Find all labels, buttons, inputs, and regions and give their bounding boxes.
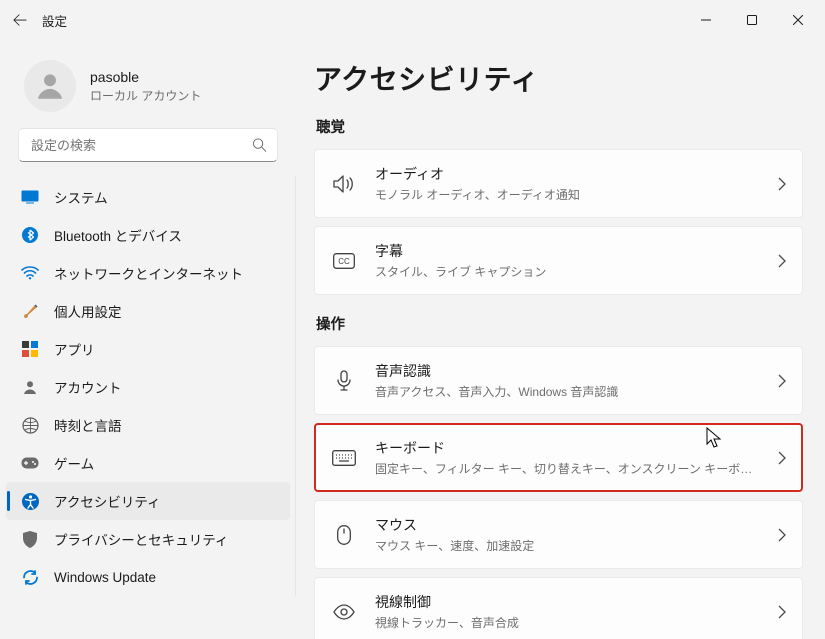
nav-item-windows-update[interactable]: Windows Update [6,558,290,596]
gamepad-icon [20,453,40,473]
nav-list: システム Bluetooth とデバイス ネットワークとインターネット 個人用設… [0,172,296,596]
back-button[interactable] [4,4,36,36]
card-title: キーボード [375,438,760,458]
card-speech[interactable]: 音声認識 音声アクセス、音声入力、Windows 音声認識 [314,346,803,415]
minimize-button[interactable] [683,4,729,36]
nav-label: 時刻と言語 [54,415,122,435]
update-icon [20,567,40,587]
cc-icon: CC [331,253,357,269]
card-keyboard[interactable]: キーボード 固定キー、フィルター キー、切り替えキー、オンスクリーン キーボード [314,423,803,492]
nav-item-accessibility[interactable]: アクセシビリティ [6,482,290,520]
nav-item-time-language[interactable]: 時刻と言語 [6,406,290,444]
avatar [24,60,76,112]
nav-label: アプリ [54,339,95,359]
chevron-right-icon [778,451,786,465]
maximize-button[interactable] [729,4,775,36]
card-eye-control[interactable]: 視線制御 視線トラッカー、音声合成 [314,577,803,639]
account-name: pasoble [90,69,201,85]
paintbrush-icon [20,301,40,321]
eye-icon [331,604,357,620]
card-title: オーディオ [375,164,760,184]
card-title: 視線制御 [375,592,760,612]
apps-icon [20,339,40,359]
nav-label: Bluetooth とデバイス [54,225,182,245]
card-subtitle: 音声アクセス、音声入力、Windows 音声認識 [375,383,760,400]
sidebar: pasoble ローカル アカウント システム [0,40,296,639]
card-mouse[interactable]: マウス マウス キー、速度、加速設定 [314,500,803,569]
page-title: アクセシビリティ [314,58,803,98]
nav-label: アクセシビリティ [54,491,161,511]
chevron-right-icon [778,528,786,542]
main-content: アクセシビリティ 聴覚 オーディオ モノラル オーディオ、オーディオ通知 CC … [296,40,825,639]
nav-item-gaming[interactable]: ゲーム [6,444,290,482]
nav-item-bluetooth[interactable]: Bluetooth とデバイス [6,216,290,254]
wifi-icon [20,263,40,283]
nav-item-accounts[interactable]: アカウント [6,368,290,406]
keyboard-icon [331,450,357,466]
accessibility-icon [20,491,40,511]
arrow-left-icon [13,13,27,27]
close-button[interactable] [775,4,821,36]
shield-icon [20,529,40,549]
chevron-right-icon [778,177,786,191]
card-audio[interactable]: オーディオ モノラル オーディオ、オーディオ通知 [314,149,803,218]
microphone-icon [331,370,357,392]
nav-label: ネットワークとインターネット [54,263,243,283]
search-box[interactable] [18,128,278,162]
nav-label: アカウント [54,377,122,397]
nav-label: ゲーム [54,453,94,473]
search-input[interactable] [31,138,243,153]
svg-text:CC: CC [338,257,350,266]
display-icon [20,187,40,207]
card-title: 字幕 [375,241,760,261]
card-captions[interactable]: CC 字幕 スタイル、ライブ キャプション [314,226,803,295]
chevron-right-icon [778,605,786,619]
card-title: マウス [375,515,760,535]
nav-label: システム [54,187,108,207]
settings-window: 設定 pasoble ローカル アカウント [0,0,825,639]
maximize-icon [747,15,757,25]
speaker-icon [331,175,357,193]
card-subtitle: スタイル、ライブ キャプション [375,263,760,280]
window-title: 設定 [42,11,67,30]
section-label-interaction: 操作 [316,313,803,334]
nav-label: 個人用設定 [54,301,122,321]
chevron-right-icon [778,374,786,388]
nav-item-apps[interactable]: アプリ [6,330,290,368]
nav-item-system[interactable]: システム [6,178,290,216]
close-icon [793,15,803,25]
card-subtitle: マウス キー、速度、加速設定 [375,537,760,554]
nav-item-network[interactable]: ネットワークとインターネット [6,254,290,292]
chevron-right-icon [778,254,786,268]
nav-label: プライバシーとセキュリティ [54,529,228,549]
card-title: 音声認識 [375,361,760,381]
card-subtitle: 視線トラッカー、音声合成 [375,614,760,631]
account-icon [20,377,40,397]
card-subtitle: 固定キー、フィルター キー、切り替えキー、オンスクリーン キーボード [375,460,760,477]
titlebar: 設定 [0,0,825,40]
section-label-hearing: 聴覚 [316,116,803,137]
mouse-icon [331,525,357,545]
nav-item-privacy[interactable]: プライバシーとセキュリティ [6,520,290,558]
user-icon [33,69,67,103]
search-icon [252,138,267,153]
bluetooth-icon [20,225,40,245]
nav-label: Windows Update [54,570,156,585]
account-block[interactable]: pasoble ローカル アカウント [0,52,296,128]
card-subtitle: モノラル オーディオ、オーディオ通知 [375,186,760,203]
globe-clock-icon [20,415,40,435]
nav-item-personalization[interactable]: 個人用設定 [6,292,290,330]
account-type: ローカル アカウント [90,87,201,104]
minimize-icon [701,15,711,25]
